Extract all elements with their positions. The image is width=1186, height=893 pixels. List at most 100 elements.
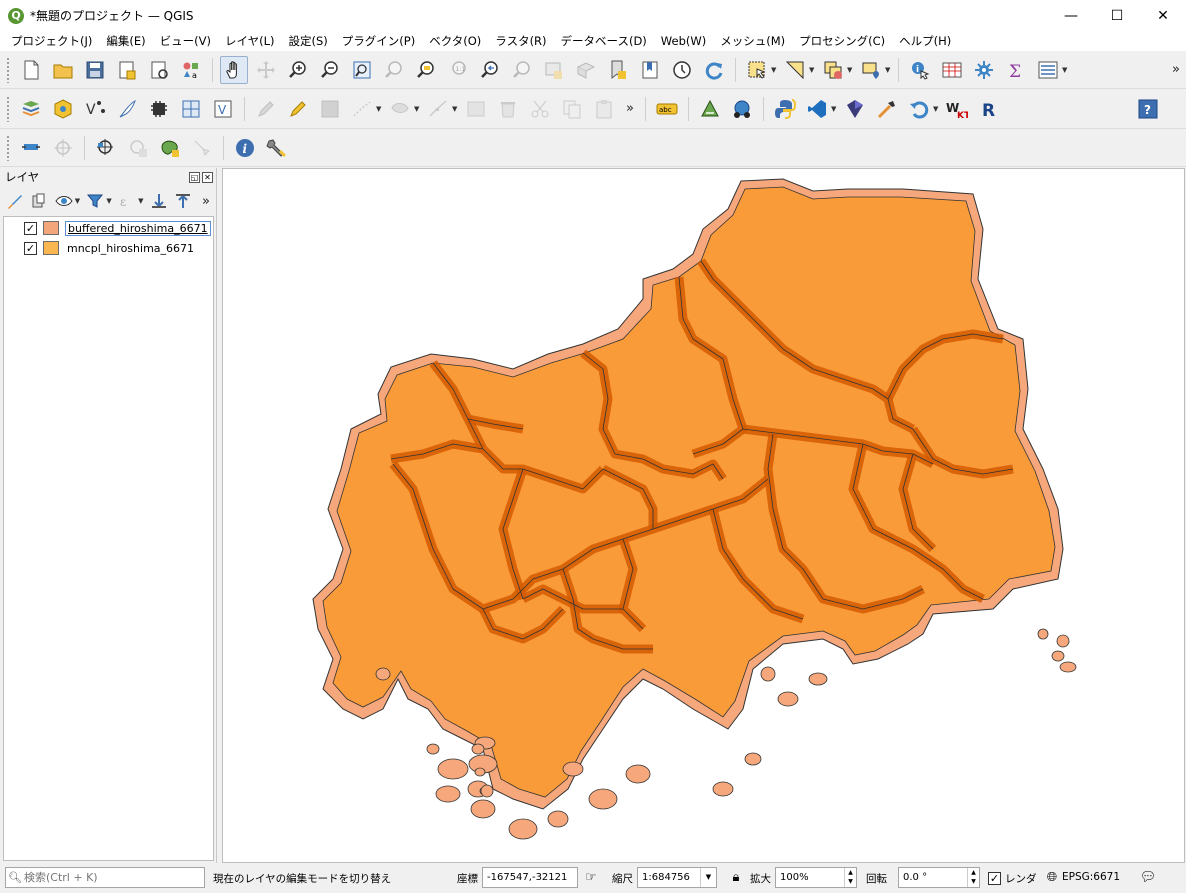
collapse-all-icon[interactable] — [172, 190, 194, 212]
location-dropdown-icon[interactable]: ▼ — [885, 66, 893, 74]
add-polygon-icon[interactable] — [386, 95, 414, 123]
wkt-icon[interactable]: W KT — [943, 95, 971, 123]
deselect-icon[interactable] — [819, 56, 847, 84]
pan-to-selection-icon[interactable] — [252, 56, 280, 84]
undo-dropdown-icon[interactable]: ▼ — [933, 105, 941, 113]
magnifier-field[interactable]: 100% ▲ ▼ — [775, 867, 857, 888]
digitize-line-icon[interactable] — [348, 95, 376, 123]
menu-plugins[interactable]: プラグイン(P) — [335, 33, 422, 49]
select-by-location-icon[interactable] — [857, 56, 885, 84]
save-project-icon[interactable] — [81, 56, 109, 84]
pin-tool-icon[interactable] — [17, 134, 45, 162]
menu-mesh[interactable]: メッシュ(M) — [713, 33, 792, 49]
vertex-dropdown-icon[interactable]: ▼ — [452, 105, 460, 113]
new-virtual-layer-icon[interactable] — [177, 95, 205, 123]
help-question-icon[interactable]: ? — [1134, 95, 1162, 123]
add-point-icon[interactable] — [92, 134, 120, 162]
show-bookmarks-icon[interactable] — [636, 56, 664, 84]
info-icon[interactable]: i — [231, 134, 259, 162]
new-bookmark-icon[interactable] — [604, 56, 632, 84]
label-abc-icon[interactable]: abc — [653, 95, 681, 123]
add-green-shape-icon[interactable] — [156, 134, 184, 162]
toggle-editing-icon[interactable] — [284, 95, 312, 123]
toolbar-grip[interactable] — [6, 95, 10, 122]
menu-processing[interactable]: プロセシング(C) — [792, 33, 892, 49]
zoom-native-icon[interactable]: 1:1 — [444, 56, 472, 84]
pan-icon[interactable] — [220, 55, 248, 84]
style-manager-icon[interactable]: a — [177, 56, 205, 84]
menu-raster[interactable]: ラスタ(R) — [488, 33, 553, 49]
crosshair-icon[interactable] — [49, 134, 77, 162]
layout-manager-icon[interactable] — [145, 56, 173, 84]
python-console-icon[interactable] — [771, 95, 799, 123]
snapping-tool-icon[interactable] — [188, 134, 216, 162]
new-mesh-layer-icon[interactable]: V — [209, 95, 237, 123]
temporal-controller-icon[interactable] — [668, 56, 696, 84]
select-value-dropdown-icon[interactable]: ▼ — [809, 66, 817, 74]
vscode-dropdown-icon[interactable]: ▼ — [831, 105, 839, 113]
scale-field[interactable]: 1:684756 ▼ — [637, 867, 717, 888]
polygon-dropdown-icon[interactable]: ▼ — [414, 105, 422, 113]
delete-selected-icon[interactable] — [494, 95, 522, 123]
visibility-dropdown-icon[interactable]: ▼ — [75, 197, 82, 205]
new-spatialite-layer-icon[interactable] — [113, 95, 141, 123]
open-project-icon[interactable] — [49, 56, 77, 84]
select-features-icon[interactable] — [743, 56, 771, 84]
georeferencer-icon[interactable] — [696, 95, 724, 123]
layer-name[interactable]: buffered_hiroshima_6671 — [65, 220, 211, 236]
zoom-out-icon[interactable] — [316, 56, 344, 84]
undo-arrow-icon[interactable] — [905, 95, 933, 123]
filter-icon[interactable] — [84, 190, 106, 212]
identify-icon[interactable]: i — [906, 56, 934, 84]
hiroshima-map[interactable] — [223, 169, 1185, 863]
layer-row-mncpl[interactable]: ✓ mncpl_hiroshima_6671 — [4, 239, 213, 257]
menu-settings[interactable]: 設定(S) — [282, 33, 335, 49]
visibility-icon[interactable] — [53, 190, 75, 212]
gps-tool-icon[interactable] — [728, 95, 756, 123]
expand-all-icon[interactable] — [148, 190, 170, 212]
new-memory-layer-icon[interactable] — [145, 95, 173, 123]
menu-view[interactable]: ビュー(V) — [153, 33, 218, 49]
menu-vector[interactable]: ベクタ(O) — [422, 33, 488, 49]
style-panel-icon[interactable] — [4, 190, 26, 212]
menu-edit[interactable]: 編集(E) — [99, 33, 152, 49]
menu-layer[interactable]: レイヤ(L) — [218, 33, 282, 49]
paste-features-icon[interactable] — [590, 95, 618, 123]
attribute-table-icon[interactable] — [938, 56, 966, 84]
close-button[interactable]: ✕ — [1140, 0, 1186, 31]
locator-search[interactable]: 🔍︎ — [5, 867, 205, 888]
rotation-field[interactable]: 0.0 ° ▲ ▼ — [898, 867, 980, 888]
menu-database[interactable]: データベース(D) — [554, 33, 654, 49]
processing-tool-icon[interactable] — [873, 95, 901, 123]
rotation-spin-icon[interactable]: ▲ ▼ — [967, 868, 979, 887]
menu-web[interactable]: Web(W) — [654, 34, 713, 48]
new-geopackage-layer-icon[interactable] — [49, 95, 77, 123]
r-icon[interactable]: R — [975, 95, 1003, 123]
new-3d-view-icon[interactable] — [572, 56, 600, 84]
measure-dropdown-icon[interactable]: ▼ — [1062, 66, 1070, 74]
crs-globe-icon[interactable]: 🌐︎ — [1044, 869, 1060, 885]
zoom-full-icon[interactable] — [348, 56, 376, 84]
wrench-icon[interactable] — [263, 134, 291, 162]
select-dropdown-icon[interactable]: ▼ — [771, 66, 779, 74]
select-by-value-icon[interactable] — [781, 56, 809, 84]
current-edits-icon[interactable] — [252, 95, 280, 123]
new-project-icon[interactable] — [17, 56, 45, 84]
layer-symbol-swatch[interactable] — [43, 221, 59, 235]
measure-icon[interactable] — [1034, 56, 1062, 84]
new-map-view-icon[interactable] — [540, 56, 568, 84]
search-input[interactable] — [24, 871, 194, 884]
toolbar-grip[interactable] — [6, 134, 10, 161]
toolbox-icon[interactable] — [970, 56, 998, 84]
minimize-button[interactable]: — — [1048, 0, 1094, 31]
add-point-locked-icon[interactable] — [124, 134, 152, 162]
filter-dropdown-icon[interactable]: ▼ — [106, 197, 113, 205]
add-group-icon[interactable] — [28, 190, 50, 212]
expression-filter-icon[interactable]: ε — [116, 190, 138, 212]
close-panel-button[interactable]: ✕ — [202, 171, 213, 183]
toolbar-overflow-icon[interactable]: » — [626, 101, 634, 116]
map-canvas[interactable] — [222, 168, 1185, 863]
zoom-last-icon[interactable] — [476, 56, 504, 84]
lock-scale-icon[interactable]: 🔒︎ — [728, 869, 744, 885]
layer-visibility-checkbox[interactable]: ✓ — [24, 241, 37, 255]
